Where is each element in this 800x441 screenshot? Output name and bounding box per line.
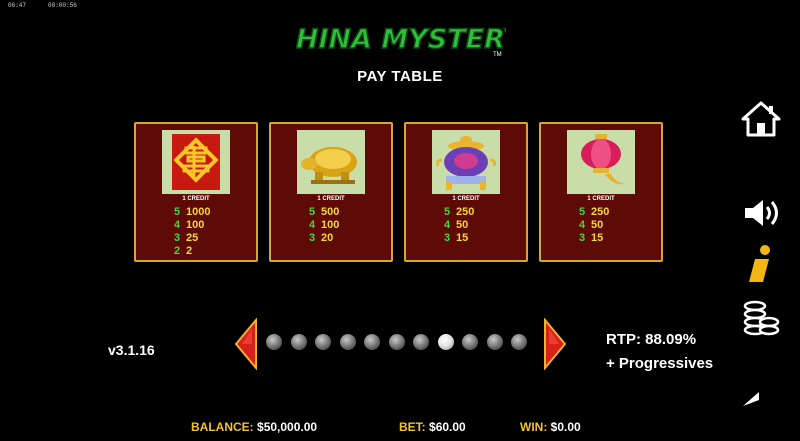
win-label: WIN:: [520, 420, 548, 434]
paytable-card-purple-urn: 1 CREDIT 5 250 4 50 3 15: [404, 122, 528, 262]
coins-icon[interactable]: [741, 298, 781, 338]
logo-text: CHINA MYSTERY: [296, 24, 506, 55]
golden-turtle-icon: [297, 130, 365, 194]
game-logo: CHINA MYSTERY TM: [296, 23, 506, 58]
rtp-info: RTP: 88.09% + Progressives: [606, 328, 713, 376]
win-value: $0.00: [550, 420, 581, 434]
page-dot[interactable]: [388, 334, 405, 350]
credit-label: 1 CREDIT: [182, 196, 210, 202]
bet-label: BET:: [399, 420, 426, 434]
info-icon[interactable]: [741, 244, 781, 284]
pay-row: 5 500: [309, 206, 340, 218]
credit-label: 1 CREDIT: [587, 196, 615, 202]
pay-row: 3 25: [174, 232, 199, 244]
next-page-button[interactable]: [543, 318, 567, 370]
version-label: v3.1.16: [108, 342, 155, 358]
rtp-value: RTP: 88.09%: [606, 331, 697, 348]
credit-label: 1 CREDIT: [317, 196, 345, 202]
bet-value: $60.00: [429, 420, 466, 434]
page-dot[interactable]: [511, 334, 527, 350]
red-lantern-icon: [567, 130, 635, 194]
pay-row: 5 250: [444, 206, 475, 218]
page-title: PAY TABLE: [357, 68, 443, 85]
pay-row: 4 100: [174, 219, 205, 231]
balance-value: $50,000.00: [257, 420, 318, 434]
pay-row: 3 15: [579, 232, 604, 244]
logo-trademark: TM: [493, 52, 502, 58]
pay-row: 4 100: [309, 219, 340, 231]
balance-label: BALANCE:: [191, 420, 254, 434]
sound-icon[interactable]: [741, 196, 781, 230]
back-icon[interactable]: [741, 390, 781, 424]
rtp-progressives: + Progressives: [606, 355, 714, 372]
page-dot[interactable]: [266, 334, 282, 350]
balance-display: BALANCE: $50,000.00: [191, 420, 317, 434]
page-dot[interactable]: [364, 334, 380, 350]
pay-row: 4 50: [579, 219, 604, 231]
purple-urn-icon: [432, 130, 500, 194]
pay-row: 3 15: [444, 232, 469, 244]
page-dot[interactable]: [462, 334, 478, 350]
pay-row: 3 20: [309, 232, 334, 244]
home-icon[interactable]: [741, 100, 781, 138]
win-display: WIN: $0.00: [520, 420, 581, 434]
pay-row: 5 250: [579, 206, 610, 218]
paytable-card-red-lantern: 1 CREDIT 5 250 4 50 3 15: [539, 122, 663, 262]
page-dot[interactable]: [486, 334, 503, 350]
page-dot[interactable]: [315, 334, 331, 350]
pay-row: 22: [174, 245, 193, 257]
page-dot-active[interactable]: [437, 334, 454, 350]
page-dot[interactable]: [290, 334, 307, 350]
bet-display: BET: $60.00: [399, 420, 466, 434]
fortune-emblem-icon: [162, 130, 230, 194]
credit-label: 1 CREDIT: [452, 196, 480, 202]
page-dot[interactable]: [339, 334, 356, 350]
prev-page-button[interactable]: [234, 318, 258, 370]
pay-row: 4 50: [444, 219, 469, 231]
clock-right: 00:00:56: [48, 2, 77, 9]
paytable-card-golden-turtle: 1 CREDIT 5 500 4 100 3 20: [269, 122, 393, 262]
page-dot[interactable]: [413, 334, 429, 350]
pay-row: 5 1000: [174, 206, 211, 218]
paytable-card-fortune-emblem: 1 CREDIT 5 1000 4 100 3 25 22: [134, 122, 258, 262]
clock-left: 06:47: [8, 2, 27, 9]
